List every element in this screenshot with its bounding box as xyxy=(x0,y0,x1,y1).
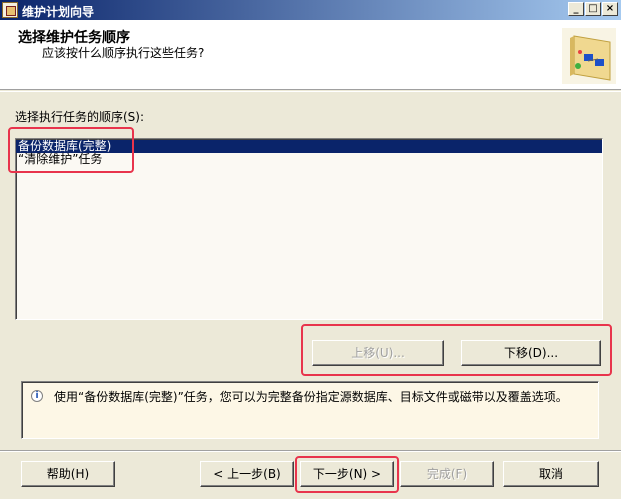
highlight-next-button xyxy=(295,456,399,493)
maximize-button[interactable]: □ xyxy=(585,2,601,16)
close-button[interactable]: × xyxy=(602,2,618,16)
window-title: 维护计划向导 xyxy=(22,5,95,19)
highlight-move-buttons xyxy=(301,324,612,376)
order-label: 选择执行任务的顺序(S): xyxy=(15,110,145,124)
footer-separator xyxy=(0,450,621,452)
highlight-task-list xyxy=(8,127,134,173)
page-subtitle: 应该按什么顺序执行这些任务? xyxy=(42,46,205,60)
back-button[interactable]: < 上一步(B) xyxy=(200,461,294,487)
wizard-app-icon xyxy=(2,2,18,18)
info-text: 使用“备份数据库(完整)”任务，您可以为完整备份指定源数据库、目标文件或磁带以及… xyxy=(54,390,568,404)
finish-button[interactable]: 完成(F) xyxy=(400,461,494,487)
info-panel: i 使用“备份数据库(完整)”任务，您可以为完整备份指定源数据库、目标文件或磁带… xyxy=(21,381,599,439)
title-bar[interactable]: 维护计划向导 _ □ × xyxy=(0,0,621,20)
minimize-button[interactable]: _ xyxy=(568,2,584,16)
wizard-header: 选择维护任务顺序 应该按什么顺序执行这些任务? xyxy=(0,20,621,90)
info-icon: i xyxy=(31,390,43,402)
wizard-graphic-icon xyxy=(562,28,616,84)
cancel-button[interactable]: 取消 xyxy=(503,461,599,487)
header-separator xyxy=(0,91,621,92)
help-button[interactable]: 帮助(H) xyxy=(21,461,115,487)
